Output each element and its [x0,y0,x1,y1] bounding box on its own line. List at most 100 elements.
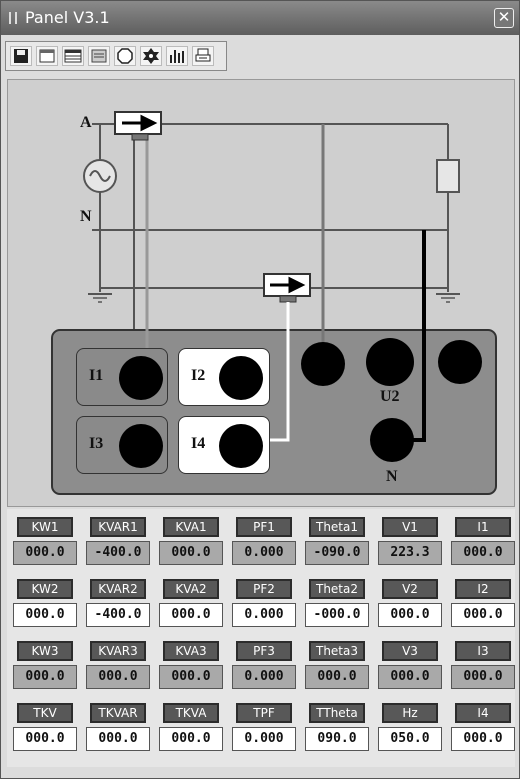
meter-cell: PF2 0.000 [232,579,296,637]
meter-label: KVAR2 [90,579,146,599]
save-icon[interactable] [10,46,32,66]
app-icon [9,12,17,24]
meter-label: KVA3 [163,641,219,661]
meter-cell: KVA3 000.0 [159,641,223,699]
meter-cell: TKVAR 000.0 [86,703,150,761]
terminal-i2-label: I2 [191,367,206,384]
meter-value: 000.0 [159,603,223,627]
meter-cell: I3 000.0 [451,641,515,699]
meter-value: 000.0 [378,665,442,689]
meter-cell: KVA1 000.0 [159,517,223,575]
meter-label: I1 [455,517,511,537]
meter-label: Hz [382,703,438,723]
close-button[interactable]: ✕ [494,8,514,28]
meter-label: KVAR3 [90,641,146,661]
meter-label: Theta3 [309,641,365,661]
panel-window: Panel V3.1 ✕ A N I1 I2 I3 I4 U2 N KW1 00… [0,0,520,779]
meter-cell: I4 000.0 [451,703,515,761]
meter-value: 000.0 [451,727,515,751]
neutral-terminal-label: N [386,468,398,485]
terminal-i1[interactable]: I1 [76,348,168,406]
octagon-icon[interactable] [114,46,136,66]
meter-cell: KVA2 000.0 [159,579,223,637]
meter-cell: PF1 0.000 [232,517,296,575]
meter-label: PF3 [236,641,292,661]
meter-label: KVA1 [163,517,219,537]
meter-value: 000.0 [159,541,223,565]
terminal-i3-socket [119,424,163,468]
terminal-i4[interactable]: I4 [178,416,270,474]
meter-value: -000.0 [305,603,369,627]
meter-value: 050.0 [378,727,442,751]
voltage-socket-u1[interactable] [299,340,347,388]
meter-label: I3 [455,641,511,661]
neutral-socket[interactable] [368,416,416,464]
meter-value: 000.0 [451,665,515,689]
meter-value: -400.0 [86,603,150,627]
terminal-i2-socket [219,356,263,400]
meter-value: 000.0 [13,665,77,689]
meter-label: V3 [382,641,438,661]
meter-label: I2 [455,579,511,599]
meter-label: TKV [17,703,73,723]
meter-cell: PF3 0.000 [232,641,296,699]
meter-label: PF1 [236,517,292,537]
meter-label: I4 [455,703,511,723]
meter-value: 0.000 [232,665,296,689]
list-icon[interactable] [88,46,110,66]
meter-value: 000.0 [451,603,515,627]
meter-label: TTheta [309,703,365,723]
meter-value: 0.000 [232,541,296,565]
terminal-i2[interactable]: I2 [178,348,270,406]
terminal-i4-label: I4 [191,435,206,452]
window-icon[interactable] [36,46,58,66]
terminal-i3[interactable]: I3 [76,416,168,474]
meter-cell: TPF 0.000 [232,703,296,761]
gear-icon[interactable] [140,46,162,66]
title-bar[interactable]: Panel V3.1 ✕ [1,1,519,35]
u2-label: U2 [380,388,400,405]
meter-value: 090.0 [305,727,369,751]
meter-cell: Theta3 000.0 [305,641,369,699]
window-title: Panel V3.1 [25,8,110,27]
meter-cell: V1 223.3 [378,517,442,575]
printer-icon[interactable] [192,46,214,66]
meter-cell: KW2 000.0 [13,579,77,637]
terminal-i3-label: I3 [89,435,104,452]
meter-cell: KVAR1 -400.0 [86,517,150,575]
meter-cell: KW1 000.0 [13,517,77,575]
bar-chart-icon[interactable] [166,46,188,66]
meter-value: 000.0 [451,541,515,565]
meter-value: 223.3 [378,541,442,565]
meter-label: TPF [236,703,292,723]
terminal-i1-socket [119,356,163,400]
meter-label: KW1 [17,517,73,537]
meter-value: 000.0 [305,665,369,689]
meter-value: 000.0 [13,727,77,751]
meter-label: V1 [382,517,438,537]
meter-label: KW3 [17,641,73,661]
meter-label: PF2 [236,579,292,599]
voltage-socket-u3[interactable] [436,338,484,386]
meter-cell: TKV 000.0 [13,703,77,761]
meter-cell: Theta2 -000.0 [305,579,369,637]
meter-cell: KW3 000.0 [13,641,77,699]
voltage-socket-u2[interactable] [364,336,416,388]
table-icon[interactable] [62,46,84,66]
meter-value: 000.0 [378,603,442,627]
meter-cell: I2 000.0 [451,579,515,637]
meter-value: 000.0 [159,665,223,689]
terminal-i4-socket [219,424,263,468]
meter-label: KVA2 [163,579,219,599]
meter-cell: TTheta 090.0 [305,703,369,761]
meter-grid: KW1 000.0 KVAR1 -400.0 KVA1 000.0 PF1 0.000 Thet… [7,509,515,767]
meter-label: V2 [382,579,438,599]
meter-label: TKVAR [90,703,146,723]
meter-value: 000.0 [86,665,150,689]
meter-cell: I1 000.0 [451,517,515,575]
neutral-label: N [80,208,92,225]
meter-label: KW2 [17,579,73,599]
meter-cell: V2 000.0 [378,579,442,637]
meter-value: 0.000 [232,727,296,751]
meter-value: -090.0 [305,541,369,565]
